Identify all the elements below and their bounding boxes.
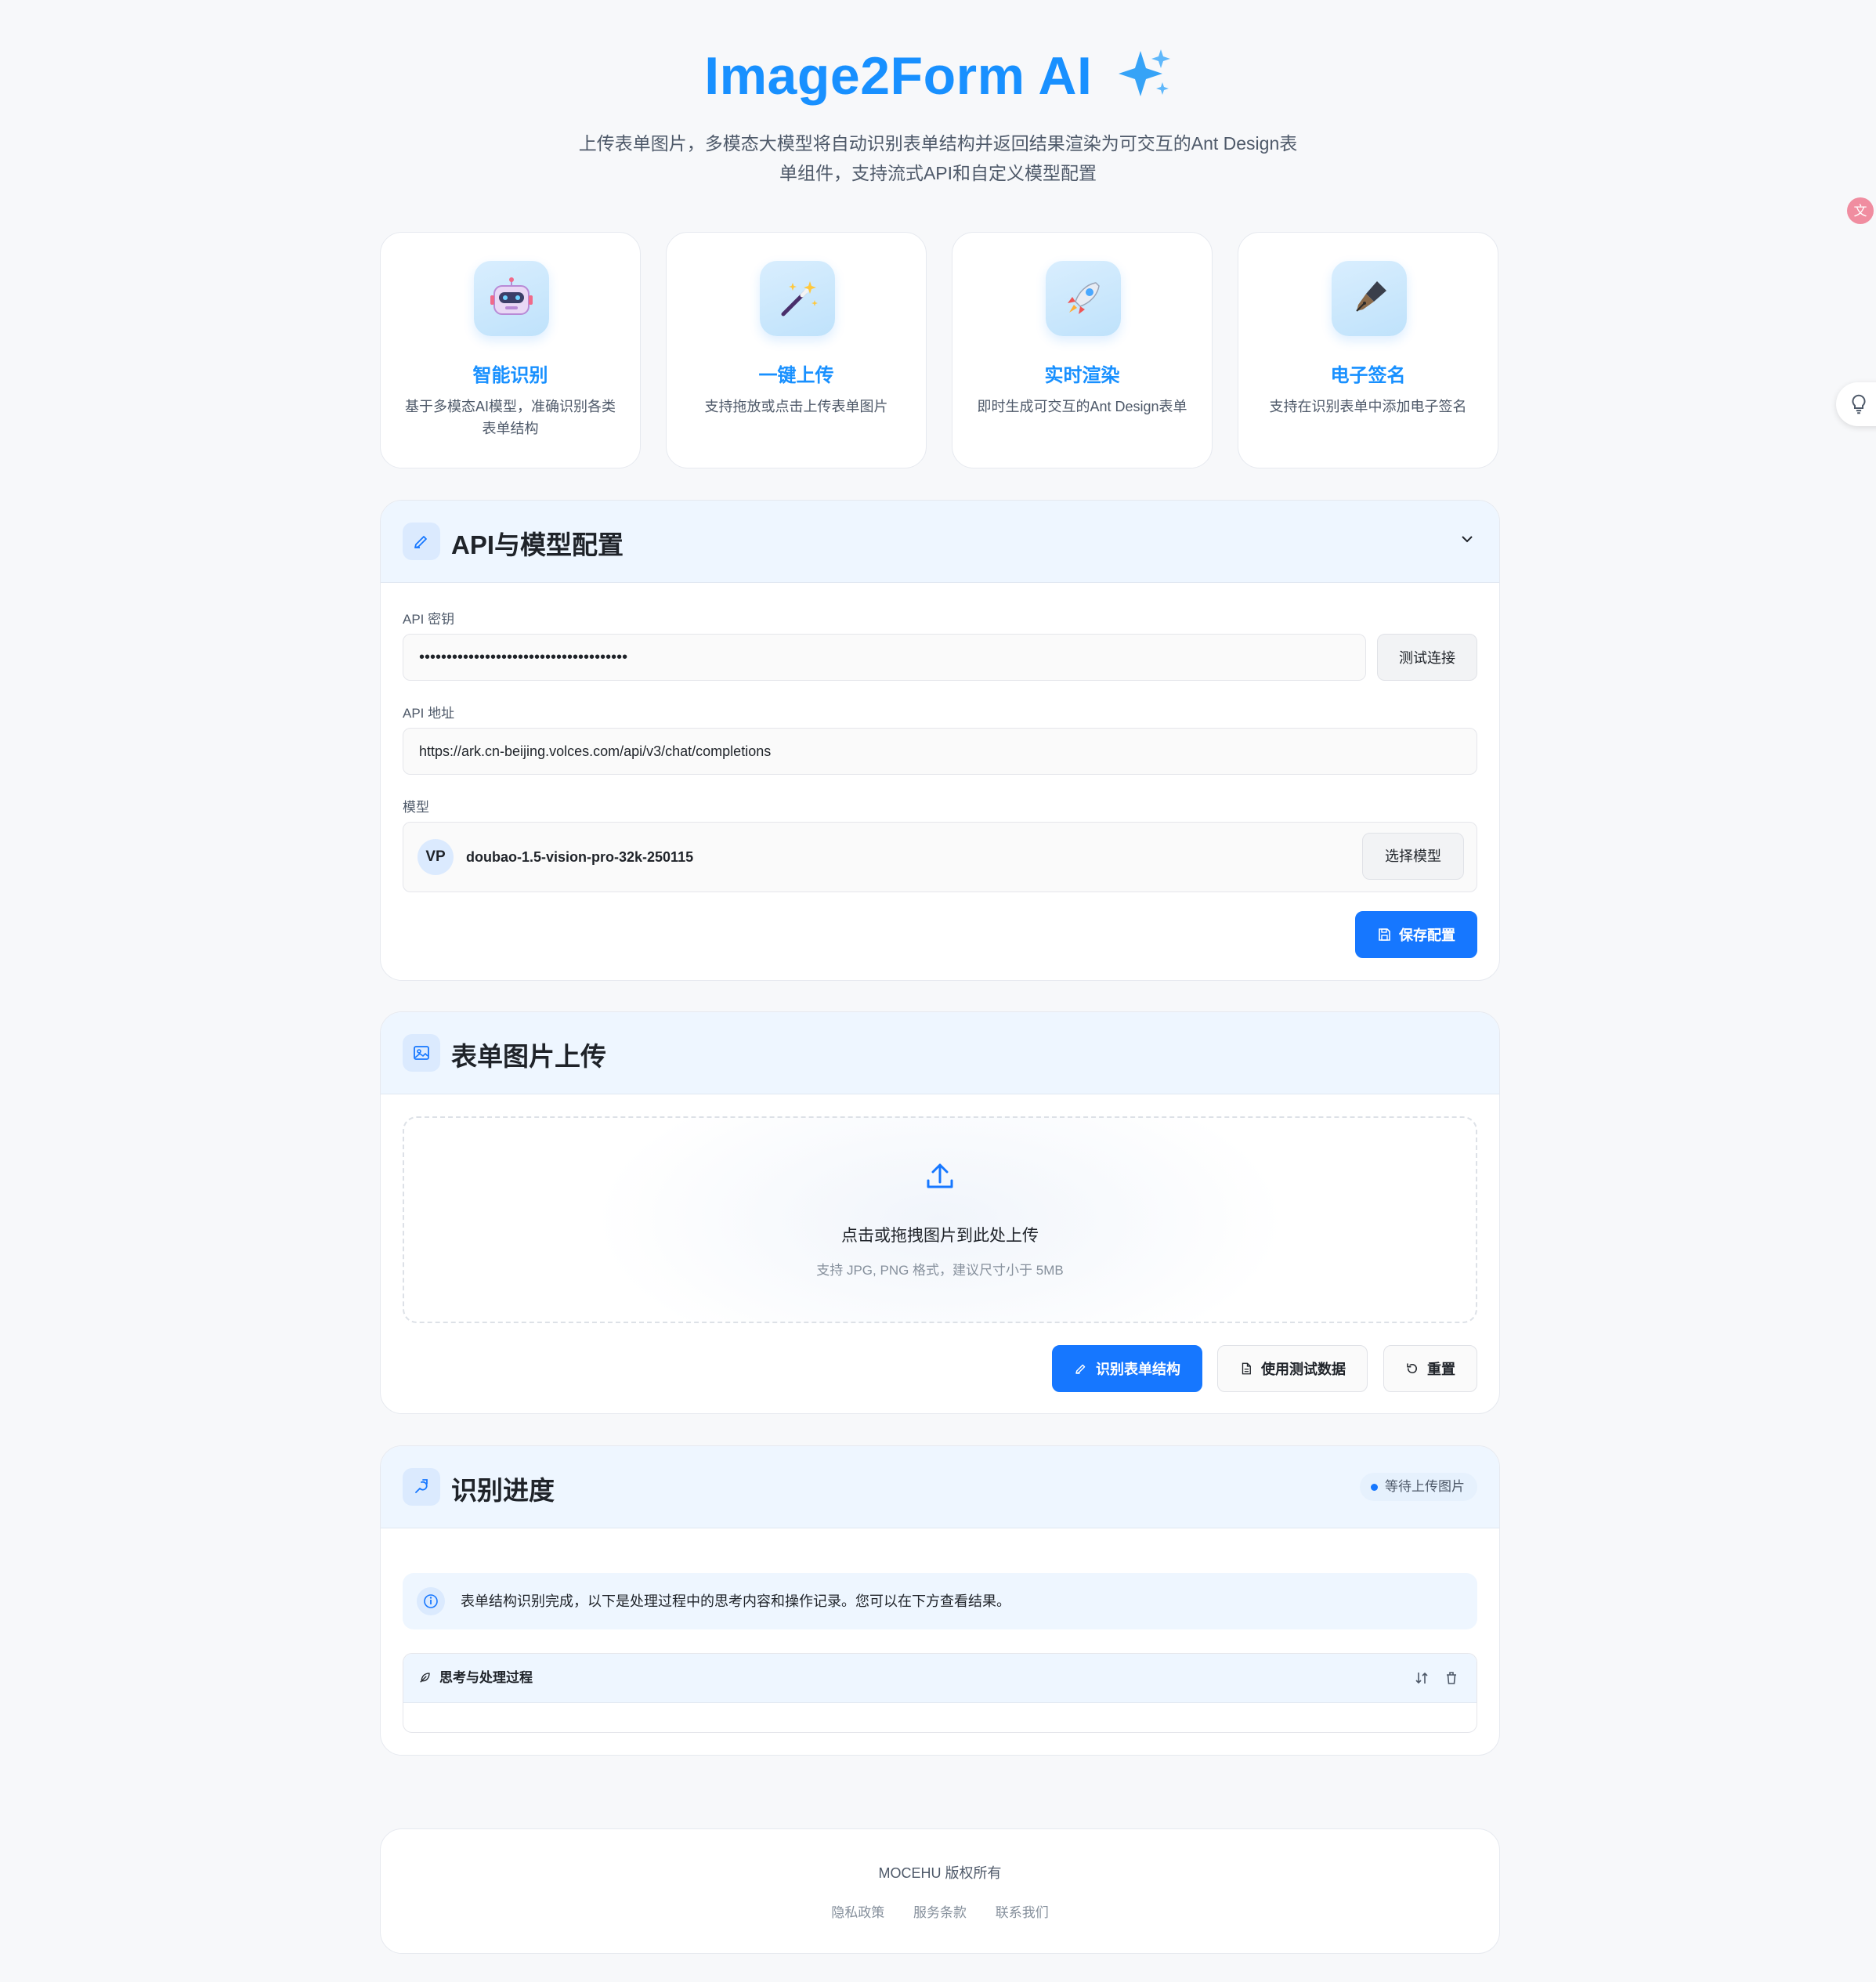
feature-card-recognition: 智能识别 基于多模态AI模型，准确识别各类表单结构 (380, 232, 641, 468)
api-key-label: API 密钥 (403, 612, 455, 627)
contact-us-link[interactable]: 联系我们 (996, 1905, 1049, 1920)
feature-title: 实时渲染 (1044, 365, 1120, 386)
subtitle-line-1: 上传表单图片，多模态大模型将自动识别表单结构并返回结果渲染为可交互的Ant De… (578, 133, 1298, 154)
sort-icon[interactable] (1414, 1670, 1430, 1686)
status-badge-text: 等待上传图片 (1385, 1479, 1465, 1494)
upload-panel: 表单图片上传 点击或拖拽图片到此处上传 支持 JPG, PNG 格式，建议尺寸小… (380, 1011, 1500, 1414)
save-config-label: 保存配置 (1399, 928, 1455, 943)
test-connection-button[interactable]: 测试连接 (1377, 634, 1477, 681)
robot-icon (474, 261, 549, 336)
select-model-button[interactable]: 选择模型 (1362, 833, 1464, 880)
info-icon (417, 1587, 445, 1615)
subtitle-line-2: 单组件，支持流式API和自定义模型配置 (779, 163, 1097, 183)
footer: MOCEHU 版权所有 隐私政策 服务条款 联系我们 (380, 1828, 1500, 1954)
feature-card-upload: 一键上传 支持拖放或点击上传表单图片 (666, 232, 927, 468)
api-url-label: API 地址 (403, 706, 455, 721)
process-log-card: 思考与处理过程 (403, 1653, 1477, 1733)
info-alert-text: 表单结构识别完成，以下是处理过程中的思考内容和操作记录。您可以在下方查看结果。 (461, 1593, 1010, 1609)
upload-panel-header: 表单图片上传 (381, 1012, 1499, 1094)
feature-desc: 即时生成可交互的Ant Design表单 (977, 399, 1187, 414)
info-alert: 表单结构识别完成，以下是处理过程中的思考内容和操作记录。您可以在下方查看结果。 (403, 1573, 1477, 1629)
privacy-policy-link[interactable]: 隐私政策 (831, 1905, 884, 1920)
sparkles-icon (1117, 48, 1172, 112)
config-panel-title: API与模型配置 (451, 530, 624, 559)
edit-icon (403, 523, 440, 560)
progress-panel-header: 识别进度 等待上传图片 (381, 1446, 1499, 1528)
model-avatar: VP (417, 839, 454, 875)
reset-label: 重置 (1427, 1362, 1455, 1377)
test-connection-label: 测试连接 (1399, 650, 1455, 666)
lightbulb-icon (1852, 394, 1866, 414)
recognize-form-button[interactable]: 识别表单结构 (1052, 1345, 1202, 1392)
save-icon (1379, 928, 1390, 941)
trash-icon[interactable] (1444, 1670, 1459, 1686)
translate-icon: 文 (1854, 204, 1867, 219)
image-icon (403, 1034, 440, 1072)
use-test-data-label: 使用测试数据 (1261, 1362, 1346, 1377)
feather-pen-icon (420, 1673, 430, 1683)
reset-button[interactable]: 重置 (1383, 1345, 1477, 1392)
status-badge: 等待上传图片 (1360, 1473, 1477, 1501)
model-label: 模型 (403, 800, 429, 815)
pen-icon (1332, 261, 1407, 336)
progress-panel-title: 识别进度 (451, 1476, 555, 1505)
use-test-data-button[interactable]: 使用测试数据 (1217, 1345, 1368, 1392)
reset-icon (1407, 1363, 1417, 1373)
select-model-label: 选择模型 (1385, 848, 1441, 864)
feature-title: 一键上传 (758, 365, 834, 386)
recognize-form-label: 识别表单结构 (1096, 1362, 1180, 1377)
dropzone-title: 点击或拖拽图片到此处上传 (841, 1227, 1039, 1245)
api-key-input[interactable]: •••••••••••••••••••••••••••••••••••••• (403, 634, 1366, 681)
model-name: doubao-1.5-vision-pro-32k-250115 (466, 849, 694, 865)
feature-desc: 基于多模态AI模型，准确识别各类表单结构 (404, 399, 616, 436)
app-title-text: Image2Form AI (704, 46, 1093, 106)
feature-desc: 支持在识别表单中添加电子签名 (1269, 399, 1467, 414)
app-subtitle: 上传表单图片，多模态大模型将自动识别表单结构并返回结果渲染为可交互的Ant De… (564, 128, 1312, 188)
translate-float-button[interactable]: 文 (1847, 197, 1874, 224)
process-log-header: 思考与处理过程 (403, 1654, 1477, 1703)
process-log-title: 思考与处理过程 (439, 1670, 533, 1685)
model-select-field[interactable]: VP doubao-1.5-vision-pro-32k-250115 选择模型 (403, 822, 1477, 892)
tip-float-button[interactable] (1836, 382, 1876, 426)
feature-desc: 支持拖放或点击上传表单图片 (704, 399, 888, 414)
api-url-input[interactable]: https://ark.cn-beijing.volces.com/api/v3… (403, 728, 1477, 775)
dropzone-hint: 支持 JPG, PNG 格式，建议尺寸小于 5MB (816, 1263, 1064, 1278)
terms-of-service-link[interactable]: 服务条款 (913, 1905, 967, 1920)
feature-card-signature: 电子签名 支持在识别表单中添加电子签名 (1238, 232, 1498, 468)
upload-panel-title: 表单图片上传 (451, 1042, 606, 1071)
feature-title: 电子签名 (1330, 365, 1406, 386)
edit-icon (1075, 1364, 1086, 1374)
upload-dropzone[interactable]: 点击或拖拽图片到此处上传 支持 JPG, PNG 格式，建议尺寸小于 5MB (403, 1116, 1477, 1323)
file-icon (1242, 1362, 1251, 1375)
save-config-button[interactable]: 保存配置 (1355, 911, 1477, 958)
progress-panel: 识别进度 等待上传图片 表单结构识别完成，以下是处理过程中的思考内容和操作记录。… (380, 1445, 1500, 1756)
magic-wand-icon (760, 261, 835, 336)
footer-copyright: MOCEHU 版权所有 (878, 1865, 1002, 1881)
app-title: Image2Form AI (0, 45, 1876, 112)
chevron-down-icon[interactable] (1459, 530, 1476, 548)
svg-text:文: 文 (1854, 204, 1867, 219)
config-panel-header[interactable]: API与模型配置 (381, 501, 1499, 583)
feature-card-render: 实时渲染 即时生成可交互的Ant Design表单 (952, 232, 1213, 468)
status-dot (1371, 1484, 1378, 1491)
config-panel: API与模型配置 API 密钥 ••••••••••••••••••••••••… (380, 500, 1500, 981)
footer-links: 隐私政策 服务条款 联系我们 (381, 1901, 1499, 1921)
upload-icon (927, 1163, 953, 1188)
node-icon (403, 1468, 440, 1506)
rocket-icon (1046, 261, 1121, 336)
feature-title: 智能识别 (472, 365, 548, 386)
